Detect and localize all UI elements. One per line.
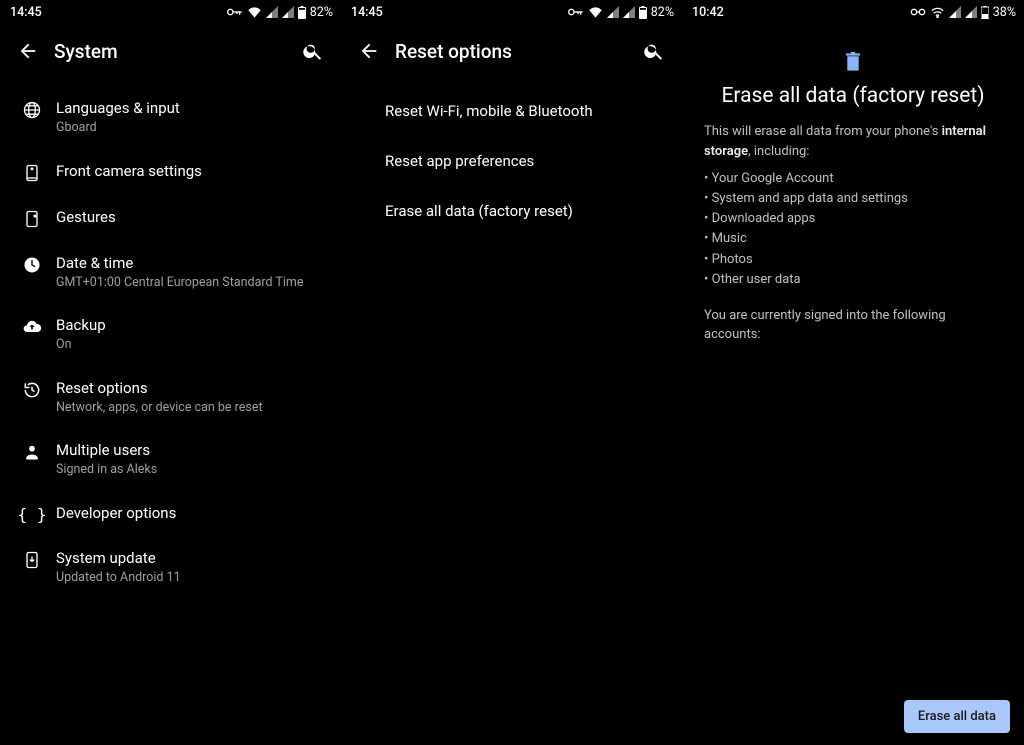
settings-item-multiusers[interactable]: Multiple users Signed in as Aleks — [0, 428, 341, 491]
page-title: System — [54, 40, 295, 63]
front-camera-icon — [12, 161, 52, 183]
key-icon — [227, 7, 243, 17]
signal-icon-2 — [623, 6, 635, 18]
settings-item-backup[interactable]: Backup On — [0, 303, 341, 366]
bullet: Downloaded apps — [704, 209, 1002, 229]
item-title: Multiple users — [56, 440, 327, 460]
item-sub: Network, apps, or device can be reset — [56, 400, 327, 416]
settings-item-devopts[interactable]: { } Developer options — [0, 491, 341, 536]
item-title: Reset options — [56, 378, 327, 398]
back-arrow-icon — [358, 40, 380, 62]
search-button[interactable] — [636, 33, 672, 69]
reset-list: Reset Wi-Fi, mobile & Bluetooth Reset ap… — [341, 78, 682, 236]
search-icon — [302, 40, 324, 62]
battery-pct: 82% — [310, 5, 333, 20]
restore-icon — [12, 378, 52, 400]
status-time: 14:45 — [351, 5, 383, 20]
item-sub: Gboard — [56, 120, 327, 136]
battery-icon — [981, 6, 989, 19]
back-arrow-icon — [17, 40, 39, 62]
vpn-icon — [910, 7, 926, 17]
screen-system: 14:45 82% System — [0, 0, 341, 745]
bullet: System and app data and settings — [704, 189, 1002, 209]
settings-item-datetime[interactable]: Date & time GMT+01:00 Central European S… — [0, 241, 341, 304]
bullet: Music — [704, 229, 1002, 249]
settings-list: Languages & input Gboard Front camera se… — [0, 78, 341, 598]
signal-icon-2 — [965, 6, 977, 18]
header: Reset options — [341, 24, 682, 78]
battery-icon — [639, 6, 647, 19]
item-sub: Signed in as Aleks — [56, 462, 327, 478]
item-title: Developer options — [56, 503, 327, 523]
gestures-icon — [12, 207, 52, 229]
bullet: Your Google Account — [704, 169, 1002, 189]
header: System — [0, 24, 341, 78]
bottom-bar: Erase all data — [682, 700, 1024, 733]
status-time: 14:45 — [10, 5, 42, 20]
item-title: Backup — [56, 315, 327, 335]
wifi-icon — [588, 6, 603, 18]
search-icon — [643, 40, 665, 62]
reset-item-app-prefs[interactable]: Reset app preferences — [341, 136, 682, 186]
item-title: System update — [56, 548, 327, 568]
wifi-icon — [247, 6, 262, 18]
system-update-icon — [12, 548, 52, 570]
wifi-icon — [930, 6, 945, 18]
item-title: Gestures — [56, 207, 327, 227]
screen-reset-options: 14:45 82% Reset options Reset Wi-Fi, mob… — [341, 0, 682, 745]
signal-icon-2 — [282, 6, 294, 18]
key-icon — [568, 7, 584, 17]
accounts-text: You are currently signed into the follow… — [704, 306, 1002, 345]
bullet: Other user data — [704, 270, 1002, 290]
page-title: Reset options — [395, 40, 636, 63]
erase-bullets: Your Google Account System and app data … — [704, 169, 1002, 290]
globe-icon — [12, 98, 52, 120]
item-title: Date & time — [56, 253, 327, 273]
item-sub: GMT+01:00 Central European Standard Time — [56, 275, 327, 291]
settings-item-reset[interactable]: Reset options Network, apps, or device c… — [0, 366, 341, 429]
reset-item-network[interactable]: Reset Wi-Fi, mobile & Bluetooth — [341, 86, 682, 136]
cloud-upload-icon — [12, 315, 52, 337]
signal-icon-1 — [607, 6, 619, 18]
battery-pct: 38% — [993, 5, 1016, 20]
battery-icon — [298, 6, 306, 19]
bullet: Photos — [704, 250, 1002, 270]
settings-item-sysupdate[interactable]: System update Updated to Android 11 — [0, 536, 341, 599]
person-icon — [12, 440, 52, 462]
settings-item-gestures[interactable]: Gestures — [0, 195, 341, 241]
page-title: Erase all data (factory reset) — [704, 84, 1002, 108]
reset-item-factory[interactable]: Erase all data (factory reset) — [341, 186, 682, 236]
braces-icon: { } — [12, 503, 52, 524]
clock-icon — [12, 253, 52, 275]
signal-icon-1 — [949, 6, 961, 18]
settings-item-frontcam[interactable]: Front camera settings — [0, 149, 341, 195]
trash-icon — [704, 52, 1002, 72]
item-sub: Updated to Android 11 — [56, 570, 327, 586]
back-button[interactable] — [351, 33, 387, 69]
search-button[interactable] — [295, 33, 331, 69]
status-bar: 10:42 38% — [682, 0, 1024, 24]
erase-all-data-button[interactable]: Erase all data — [904, 700, 1010, 733]
item-sub: On — [56, 337, 327, 353]
factory-reset-content: Erase all data (factory reset) This will… — [682, 24, 1024, 345]
intro-text: This will erase all data from your phone… — [704, 122, 1002, 161]
settings-item-languages[interactable]: Languages & input Gboard — [0, 86, 341, 149]
item-title: Languages & input — [56, 98, 327, 118]
signal-icon-1 — [266, 6, 278, 18]
screen-factory-reset: 10:42 38% Erase all data (factory reset)… — [682, 0, 1024, 745]
status-bar: 14:45 82% — [341, 0, 682, 24]
item-title: Front camera settings — [56, 161, 327, 181]
back-button[interactable] — [10, 33, 46, 69]
battery-pct: 82% — [651, 5, 674, 20]
status-bar: 14:45 82% — [0, 0, 341, 24]
status-time: 10:42 — [692, 5, 724, 20]
